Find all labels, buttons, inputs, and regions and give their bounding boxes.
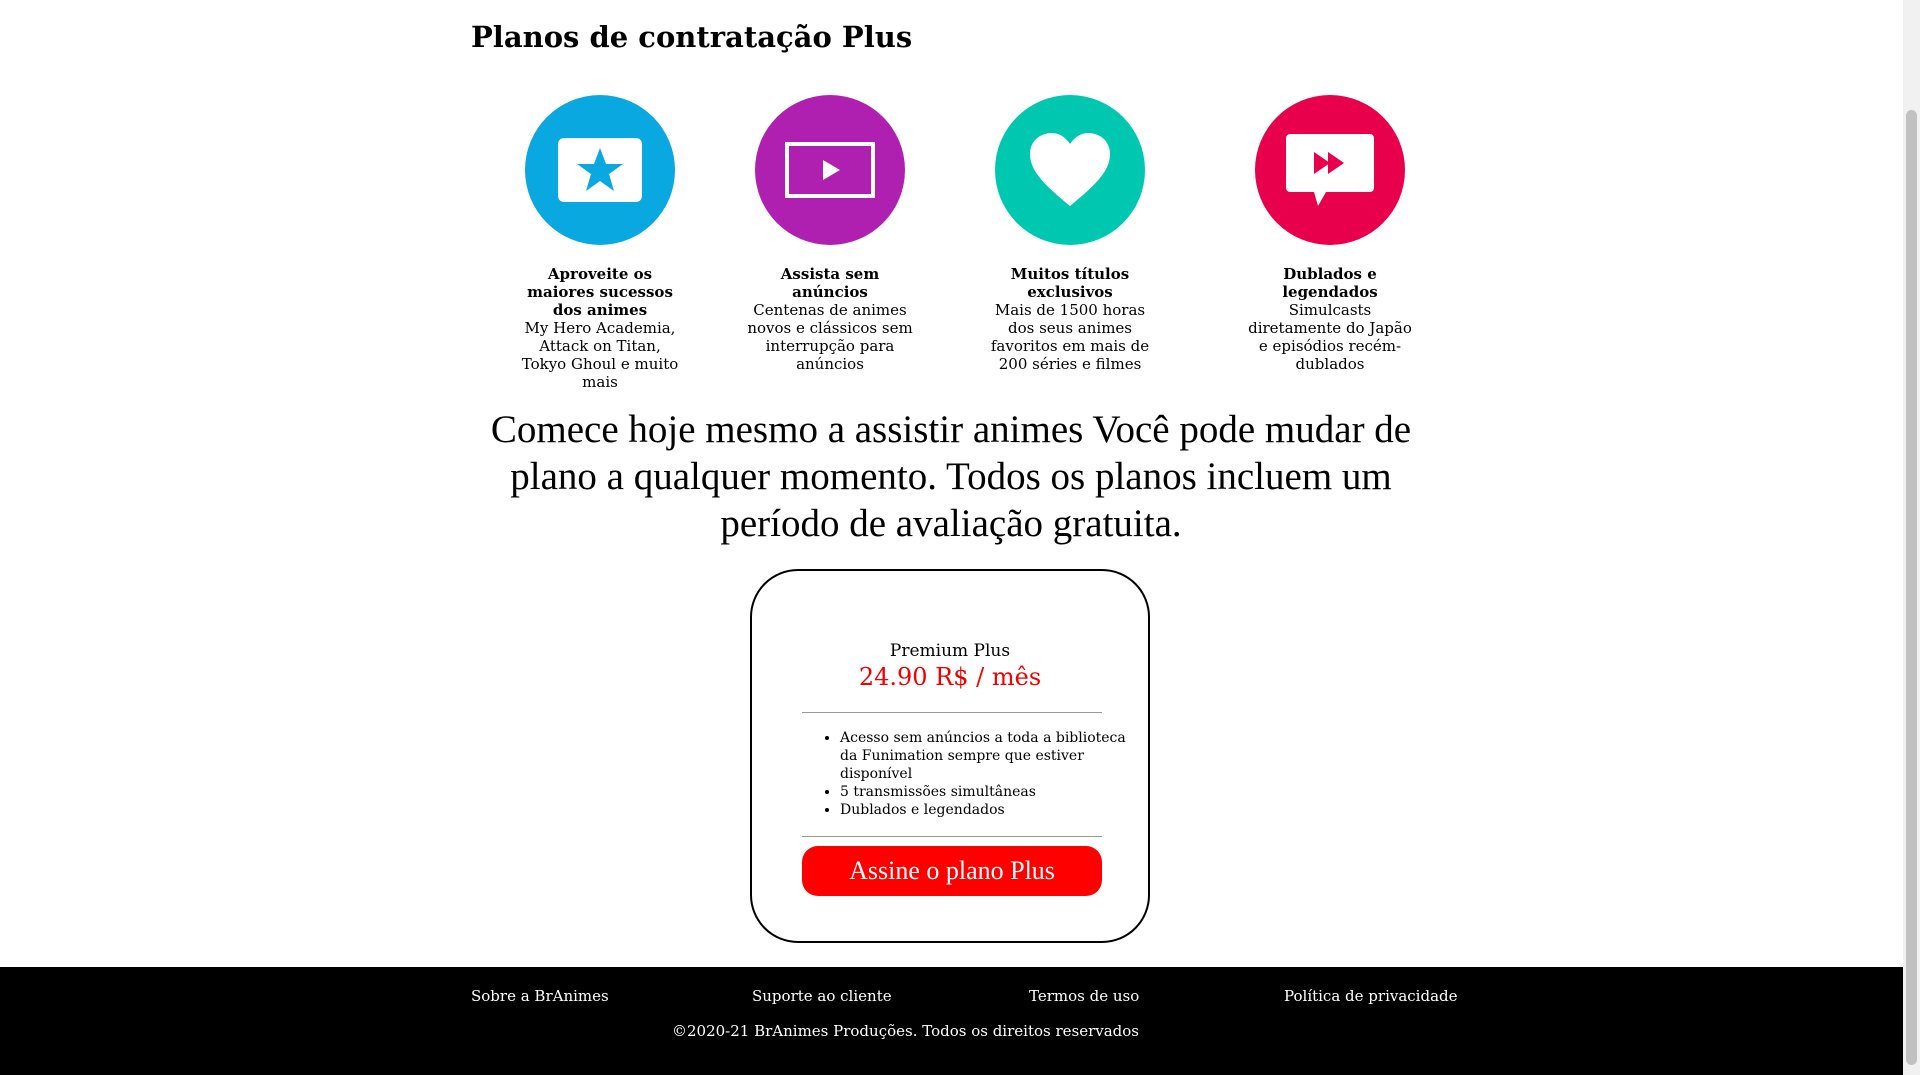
footer-link-terms[interactable]: Termos de uso [1029, 987, 1139, 1005]
feature-title: Muitos títulos exclusivos [1010, 265, 1130, 301]
footer: Sobre a BrAnimes Suporte ao cliente Term… [0, 967, 1903, 1075]
plan-benefits-list: Acesso sem anúncios a toda a biblioteca … [820, 729, 1130, 819]
feature-circle [1255, 95, 1405, 245]
star-screen-icon [558, 138, 642, 202]
benefit-item: 5 transmissões simultâneas [840, 783, 1130, 801]
feature-title: Assista sem anúncios [780, 265, 880, 301]
benefit-item: Dublados e legendados [840, 801, 1130, 819]
feature-description: Centenas de animes novos e clássicos sem… [747, 301, 913, 373]
divider [802, 836, 1102, 837]
vertical-scrollbar[interactable] [1903, 0, 1920, 1075]
feature-description: Simulcasts diretamente do Japão e episód… [1248, 301, 1412, 373]
feature-item-exclusive: Muitos títulos exclusivos Mais de 1500 h… [985, 95, 1155, 373]
call-to-action-text: Comece hoje mesmo a assistir animes Você… [490, 408, 1412, 545]
plan-name: Premium Plus [889, 641, 1011, 661]
footer-link-about[interactable]: Sobre a BrAnimes [471, 987, 609, 1005]
divider [802, 712, 1102, 713]
plan-price: 24.90 R$ / mês [858, 663, 1042, 691]
page: Planos de contratação Plus Aproveite os … [0, 0, 1903, 1075]
fast-forward-bubble-icon [1286, 134, 1374, 206]
feature-circle [995, 95, 1145, 245]
play-screen-icon [785, 142, 875, 198]
footer-link-privacy[interactable]: Política de privacidade [1284, 987, 1458, 1005]
feature-item-no-ads: Assista sem anúncios Centenas de animes … [745, 95, 915, 373]
copyright-text: ©2020-21 BrAnimes Produções. Todos os di… [671, 1022, 1140, 1040]
benefit-item: Acesso sem anúncios a toda a biblioteca … [840, 729, 1130, 783]
plan-card: Premium Plus 24.90 R$ / mês Acesso sem a… [750, 569, 1150, 943]
feature-description: Mais de 1500 horas dos seus animes favor… [990, 301, 1150, 373]
heart-icon [1030, 133, 1110, 206]
footer-link-support[interactable]: Suporte ao cliente [752, 987, 892, 1005]
feature-title: Aproveite os maiores sucessos dos animes [527, 265, 673, 319]
feature-item-dubbed: Dublados e legendados Simulcasts diretam… [1245, 95, 1415, 373]
feature-circle [755, 95, 905, 245]
page-title: Planos de contratação Plus [471, 20, 913, 54]
subscribe-button[interactable]: Assine o plano Plus [802, 846, 1102, 896]
feature-title: Dublados e legendados [1282, 265, 1378, 301]
feature-item-hits: Aproveite os maiores sucessos dos animes… [515, 95, 685, 391]
feature-circle [525, 95, 675, 245]
scrollbar-thumb[interactable] [1906, 110, 1917, 1065]
feature-description: My Hero Academia, Attack on Titan, Tokyo… [521, 319, 679, 391]
